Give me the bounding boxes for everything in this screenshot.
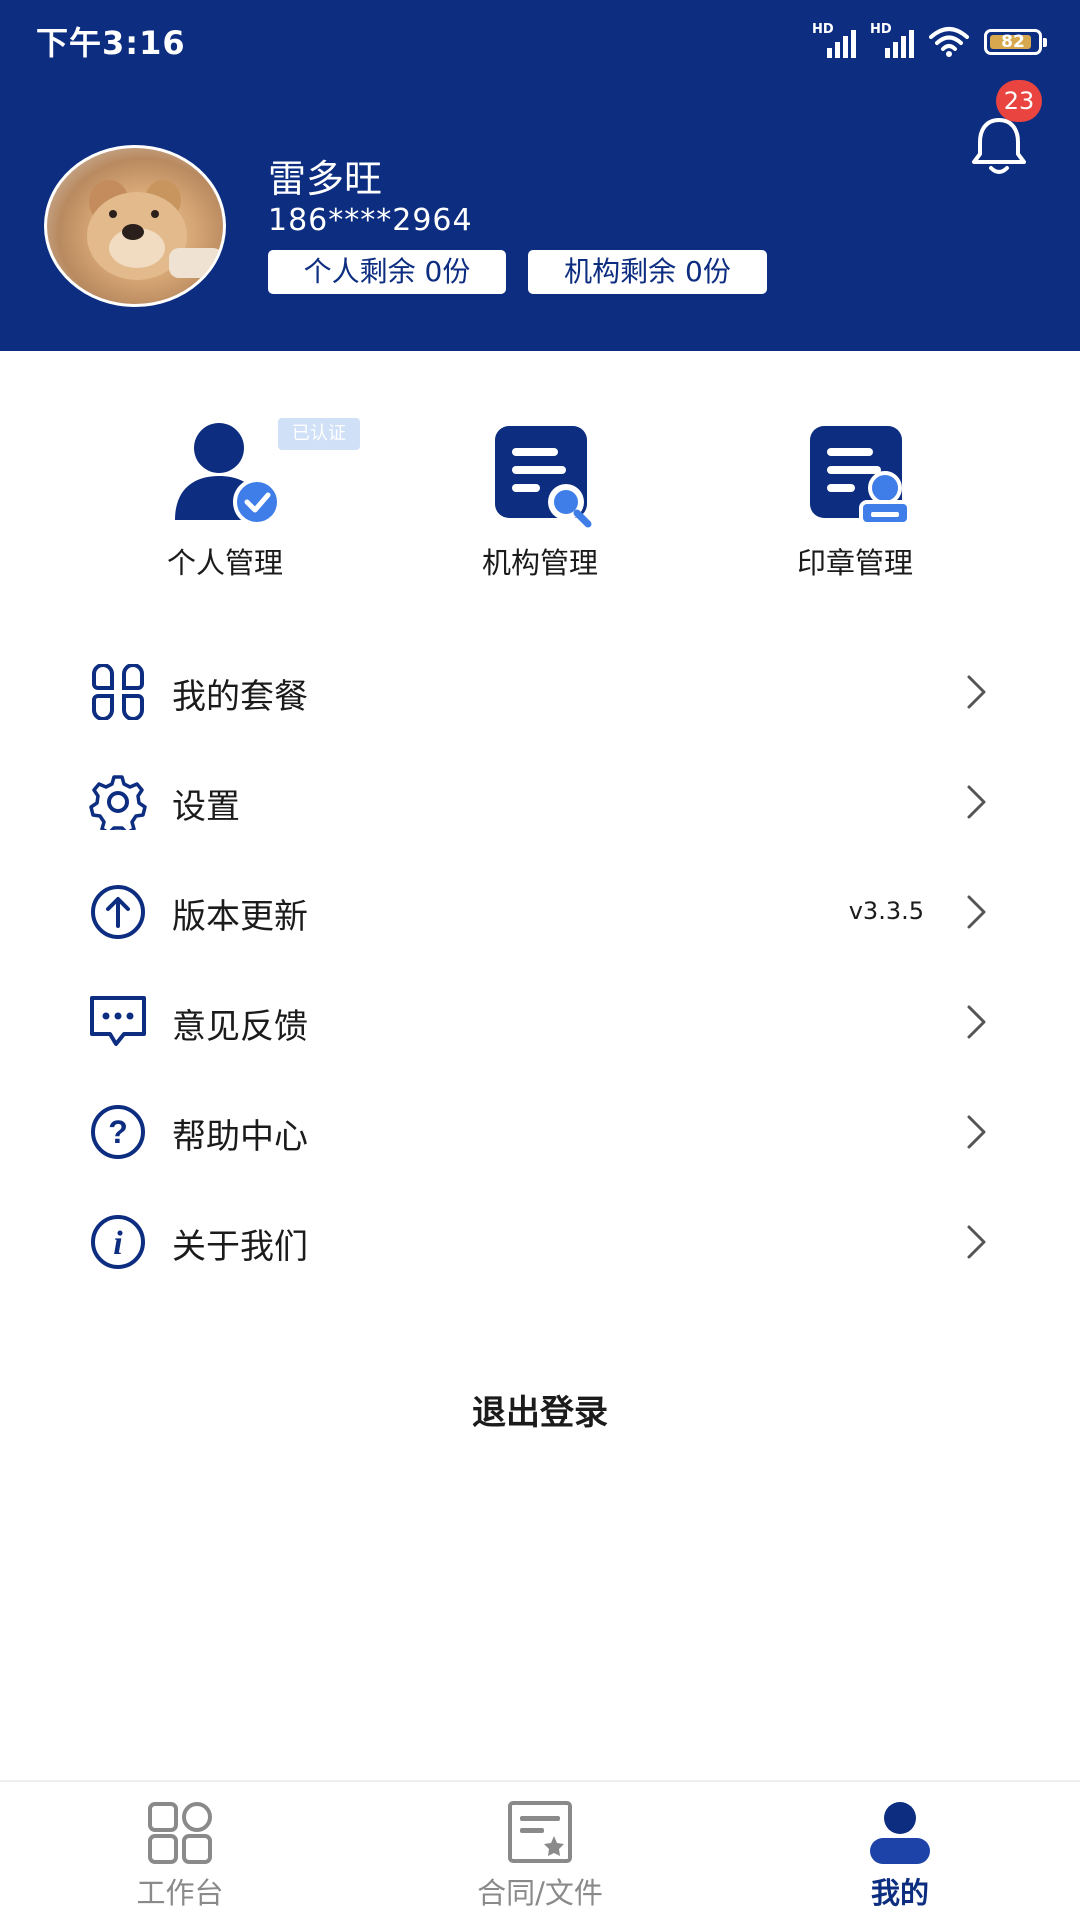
info-icon: i xyxy=(91,1215,145,1269)
org-quota-badge: 机构剩余 0份 xyxy=(528,250,767,294)
question-icon: ? xyxy=(91,1105,145,1159)
user-phone: 186****2964 xyxy=(268,203,473,238)
quick-action-personal[interactable]: 个人管理 xyxy=(115,420,335,582)
seal-document-icon xyxy=(795,420,915,530)
user-name: 雷多旺 xyxy=(268,157,383,201)
grid-package-icon xyxy=(92,664,144,720)
tab-contracts-files[interactable]: 合同/文件 xyxy=(420,1800,660,1912)
signal-icon: HD xyxy=(870,22,914,60)
menu-item-about-us[interactable]: i 关于我们 xyxy=(0,1187,1080,1297)
profile-header: 下午3:16 HD HD 82 雷多旺 186****2964 个人剩余 0份 … xyxy=(0,0,1080,351)
menu-label: 版本更新 xyxy=(172,897,308,937)
menu-item-settings[interactable]: 设置 xyxy=(0,747,1080,857)
menu-item-feedback[interactable]: 意见反馈 xyxy=(0,967,1080,1077)
grid-icon xyxy=(148,1802,212,1864)
chevron-right-icon xyxy=(967,1115,986,1149)
status-icons: HD HD 82 xyxy=(812,22,1047,62)
menu-item-help-center[interactable]: ? 帮助中心 xyxy=(0,1077,1080,1187)
tab-label: 合同/文件 xyxy=(477,1876,603,1910)
quick-action-seal[interactable]: 印章管理 xyxy=(745,420,965,582)
signal-icon: HD xyxy=(812,22,856,60)
menu-item-version-update[interactable]: 版本更新 v3.3.5 xyxy=(0,857,1080,967)
user-verified-icon xyxy=(165,420,285,530)
contract-file-icon xyxy=(508,1801,572,1863)
chevron-right-icon xyxy=(967,1225,986,1259)
chevron-right-icon xyxy=(967,895,986,929)
status-time: 下午3:16 xyxy=(36,24,186,62)
quick-action-label: 机构管理 xyxy=(481,546,598,580)
svg-text:i: i xyxy=(113,1225,123,1262)
tab-mine[interactable]: 我的 xyxy=(780,1800,1020,1912)
bottom-tab-bar: 工作台 合同/文件 我的 xyxy=(0,1780,1080,1922)
menu-label: 我的套餐 xyxy=(172,677,308,717)
tab-label: 工作台 xyxy=(136,1876,224,1910)
gear-icon xyxy=(89,775,147,830)
battery-icon: 82 xyxy=(984,29,1047,55)
menu-item-my-package[interactable]: 我的套餐 xyxy=(0,637,1080,747)
user-icon xyxy=(870,1802,930,1864)
quick-action-label: 个人管理 xyxy=(166,546,283,580)
menu-label: 关于我们 xyxy=(172,1227,308,1267)
personal-quota-badge: 个人剩余 0份 xyxy=(268,250,506,294)
chevron-right-icon xyxy=(967,1005,986,1039)
notification-badge: 23 xyxy=(996,80,1042,122)
chat-bubble-icon xyxy=(90,996,146,1046)
quick-action-label: 印章管理 xyxy=(796,546,913,580)
menu-label: 设置 xyxy=(172,787,240,827)
upload-arrow-icon xyxy=(91,885,145,939)
menu-label: 帮助中心 xyxy=(172,1117,308,1157)
quick-action-organization[interactable]: 机构管理 xyxy=(430,420,650,582)
chevron-right-icon xyxy=(967,785,986,819)
svg-text:?: ? xyxy=(108,1114,128,1150)
wifi-icon xyxy=(929,27,969,57)
avatar[interactable] xyxy=(44,145,226,307)
tab-workbench[interactable]: 工作台 xyxy=(60,1800,300,1912)
menu-label: 意见反馈 xyxy=(172,1007,308,1047)
version-value: v3.3.5 xyxy=(848,897,924,925)
logout-button[interactable]: 退出登录 xyxy=(0,1385,1080,1434)
chevron-right-icon xyxy=(967,675,986,709)
tab-label: 我的 xyxy=(870,1876,929,1910)
dog-photo xyxy=(87,180,223,280)
org-document-search-icon xyxy=(480,420,600,530)
